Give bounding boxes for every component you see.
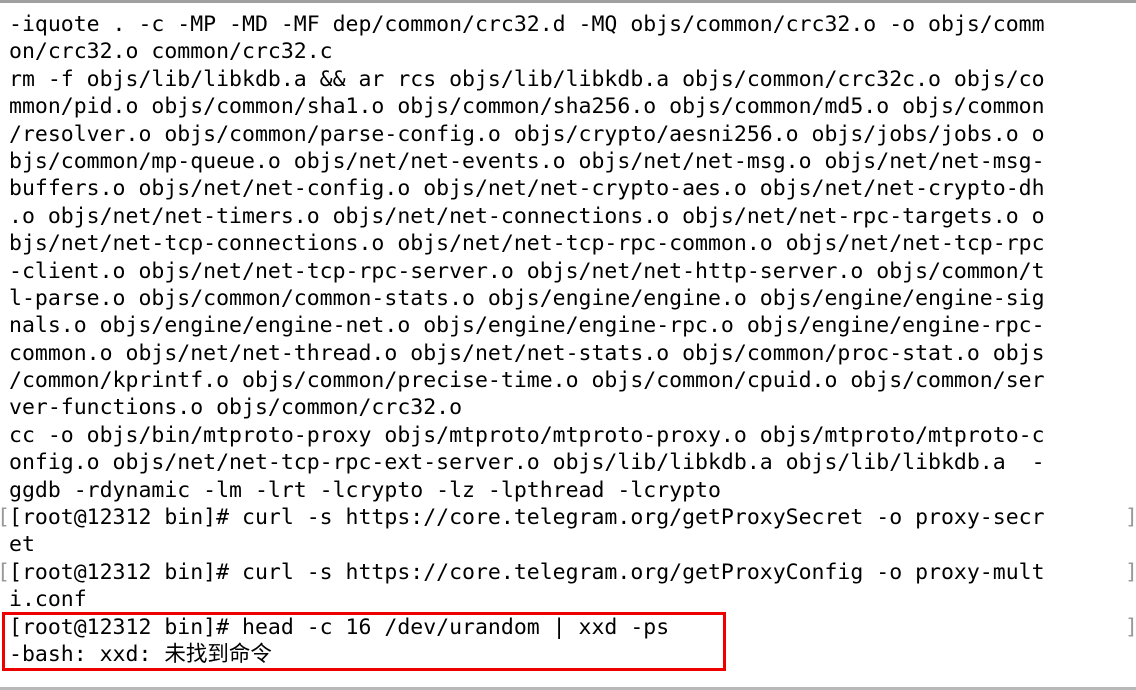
terminal-line: common.o objs/net/net-thread.o objs/net/… <box>9 340 1045 366</box>
terminal-line: mmon/pid.o objs/common/sha1.o objs/commo… <box>9 94 1045 120</box>
terminal-line: i.conf <box>9 587 87 613</box>
terminal-line: [root@12312 bin]# curl -s https://core.t… <box>9 505 1045 531</box>
terminal-line: bjs/net/net-tcp-connections.o objs/net/n… <box>9 231 1045 257</box>
terminal-line: rm -f objs/lib/libkdb.a && ar rcs objs/l… <box>9 66 1045 92</box>
terminal-line: /resolver.o objs/common/parse-config.o o… <box>9 121 1045 147</box>
terminal-line: bjs/common/mp-queue.o objs/net/net-event… <box>9 148 1045 174</box>
terminal-line: buffers.o objs/net/net-config.o objs/net… <box>9 176 1045 202</box>
terminal-line: .o objs/net/net-timers.o objs/net/net-co… <box>9 203 1045 229</box>
terminal-line: nals.o objs/engine/engine-net.o objs/eng… <box>9 313 1045 339</box>
terminal-window[interactable]: -iquote . -c -MP -MD -MF dep/common/crc3… <box>0 0 1136 690</box>
terminal-line: -iquote . -c -MP -MD -MF dep/common/crc3… <box>9 12 1045 37</box>
terminal-output-area[interactable]: -iquote . -c -MP -MD -MF dep/common/crc3… <box>0 6 1136 668</box>
terminal-line: et <box>9 532 35 558</box>
terminal-line: [root@12312 bin]# curl -s https://core.t… <box>9 559 1045 585</box>
terminal-line: [root@12312 bin]# head -c 16 /dev/urando… <box>9 614 670 640</box>
terminal-line: /common/kprintf.o objs/common/precise-ti… <box>9 368 1045 394</box>
terminal-line: -bash: xxd: 未找到命令 <box>9 641 272 667</box>
terminal-line: cc -o objs/bin/mtproto-proxy objs/mtprot… <box>9 422 1045 448</box>
terminal-line: onfig.o objs/net/net-tcp-rpc-ext-server.… <box>9 450 1045 476</box>
terminal-line: on/crc32.o common/crc32.c <box>9 39 333 65</box>
terminal-line: -client.o objs/net/net-tcp-rpc-server.o … <box>9 258 1045 284</box>
terminal-line: ver-functions.o objs/common/crc32.o <box>9 395 463 421</box>
terminal-line: ggdb -rdynamic -lm -lrt -lcrypto -lz -lp… <box>9 477 721 503</box>
terminal-line: l-parse.o objs/common/common-stats.o obj… <box>9 285 1045 311</box>
